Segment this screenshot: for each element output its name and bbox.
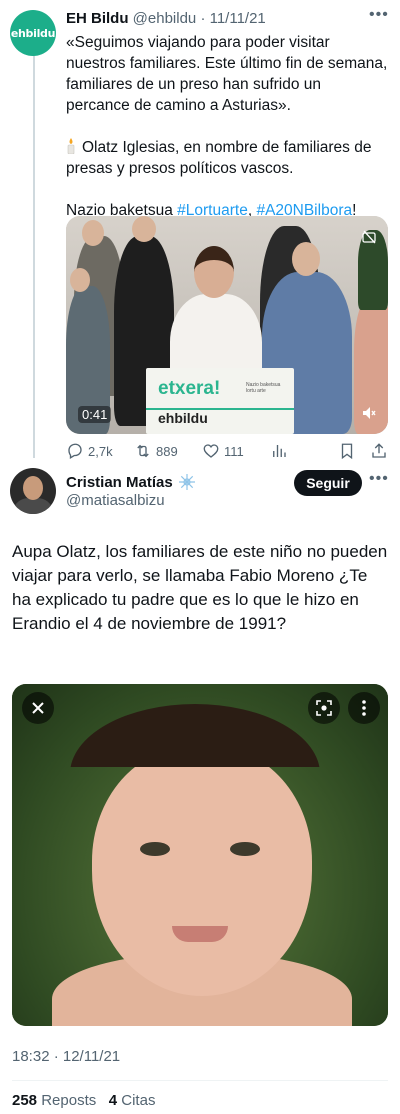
reposts-count: 258 bbox=[12, 1092, 38, 1109]
tweet1-header: EH Bildu @ehbildu · 11/11/21 bbox=[66, 10, 266, 27]
cristian-avatar[interactable] bbox=[10, 468, 56, 514]
tweet1-author-name[interactable]: EH Bildu bbox=[66, 10, 129, 27]
tweet1-paragraph-1: «Seguimos viajando para poder visitar nu… bbox=[66, 34, 388, 114]
badge-icon bbox=[178, 474, 195, 490]
repost-icon bbox=[137, 444, 149, 458]
tweet1-video[interactable]: etxera! Nazio baketsua lortu arte ehbild… bbox=[66, 216, 388, 434]
more-vertical-icon[interactable] bbox=[348, 692, 380, 724]
tweet2-photo[interactable] bbox=[12, 684, 388, 1026]
avatar-text: ehbildu bbox=[10, 26, 56, 40]
no-caption-icon[interactable] bbox=[362, 230, 376, 244]
views-icon bbox=[273, 445, 286, 457]
views-button[interactable] bbox=[270, 442, 292, 460]
reply-count: 2,7k bbox=[88, 443, 113, 459]
video-duration: 0:41 bbox=[78, 406, 112, 423]
tweet2-stats: 258 Reposts 4 Citas bbox=[12, 1092, 155, 1109]
video-person-head bbox=[82, 220, 104, 246]
tweet1-date[interactable]: · 11/11/21 bbox=[200, 10, 265, 27]
quotes-label: Citas bbox=[121, 1092, 156, 1109]
photo-eye-right bbox=[230, 842, 260, 856]
avatar-body bbox=[14, 498, 52, 514]
video-person-head bbox=[70, 268, 90, 292]
tweet1-paragraph-2: Olatz Iglesias, en nombre de familiares … bbox=[66, 137, 388, 179]
reposts-stat[interactable]: 258 Reposts bbox=[12, 1092, 96, 1109]
avatar-face bbox=[23, 476, 43, 500]
photo-face bbox=[92, 746, 312, 996]
tweet1-author-handle[interactable]: @ehbildu bbox=[133, 10, 197, 27]
podium-logo: etxera! bbox=[158, 378, 221, 399]
mute-icon[interactable] bbox=[362, 406, 376, 420]
video-speaker-head bbox=[194, 246, 234, 298]
close-icon[interactable] bbox=[22, 692, 54, 724]
candle-icon bbox=[67, 138, 75, 154]
lens-icon[interactable] bbox=[308, 692, 340, 724]
repost-button[interactable]: 889 bbox=[134, 442, 178, 460]
quotes-count: 4 bbox=[108, 1092, 118, 1109]
share-button[interactable] bbox=[370, 442, 392, 460]
reply-button[interactable]: 2,7k bbox=[66, 442, 113, 460]
photo-mouth bbox=[172, 926, 228, 942]
tweet2-timestamp[interactable]: 18:32 · 12/11/21 bbox=[12, 1048, 120, 1065]
like-icon bbox=[203, 444, 219, 458]
reply-icon bbox=[68, 443, 82, 459]
video-bottom-logo: ehbildu bbox=[158, 410, 208, 426]
tweet2-author[interactable]: Cristian Matías bbox=[66, 472, 197, 492]
tweet1-text: «Seguimos viajando para poder visitar nu… bbox=[66, 32, 388, 242]
tweet2-text: Aupa Olatz, los familiares de este niño … bbox=[12, 542, 388, 633]
quotes-stat[interactable]: 4 Citas bbox=[109, 1092, 156, 1109]
photo-eye-left bbox=[140, 842, 170, 856]
divider bbox=[12, 1080, 388, 1081]
ehbildu-avatar[interactable]: ehbildu bbox=[10, 10, 56, 56]
thread-connector bbox=[33, 48, 35, 458]
tweet1-more-icon[interactable]: ••• bbox=[369, 6, 389, 24]
bookmark-button[interactable] bbox=[338, 442, 360, 460]
bookmark-icon bbox=[341, 443, 353, 460]
tweet1-action-bar: 2,7k 889 111 bbox=[66, 442, 390, 462]
share-icon bbox=[372, 443, 386, 458]
tweet2-more-icon[interactable]: ••• bbox=[369, 470, 389, 488]
like-button[interactable]: 111 bbox=[202, 442, 244, 460]
video-person-head bbox=[132, 216, 156, 242]
video-person-head bbox=[292, 242, 320, 276]
reposts-label: Reposts bbox=[41, 1092, 97, 1109]
like-count: 111 bbox=[224, 443, 244, 459]
tweet2-author-handle[interactable]: @matiasalbizu bbox=[66, 492, 165, 509]
repost-count: 889 bbox=[156, 443, 178, 459]
follow-button[interactable]: Seguir bbox=[294, 470, 362, 496]
tweet1-paragraph-2-text: Olatz Iglesias, en nombre de familiares … bbox=[66, 139, 372, 177]
tweet2-author-name: Cristian Matías bbox=[66, 473, 173, 491]
podium-slogan: Nazio baketsua lortu arte bbox=[246, 382, 281, 394]
